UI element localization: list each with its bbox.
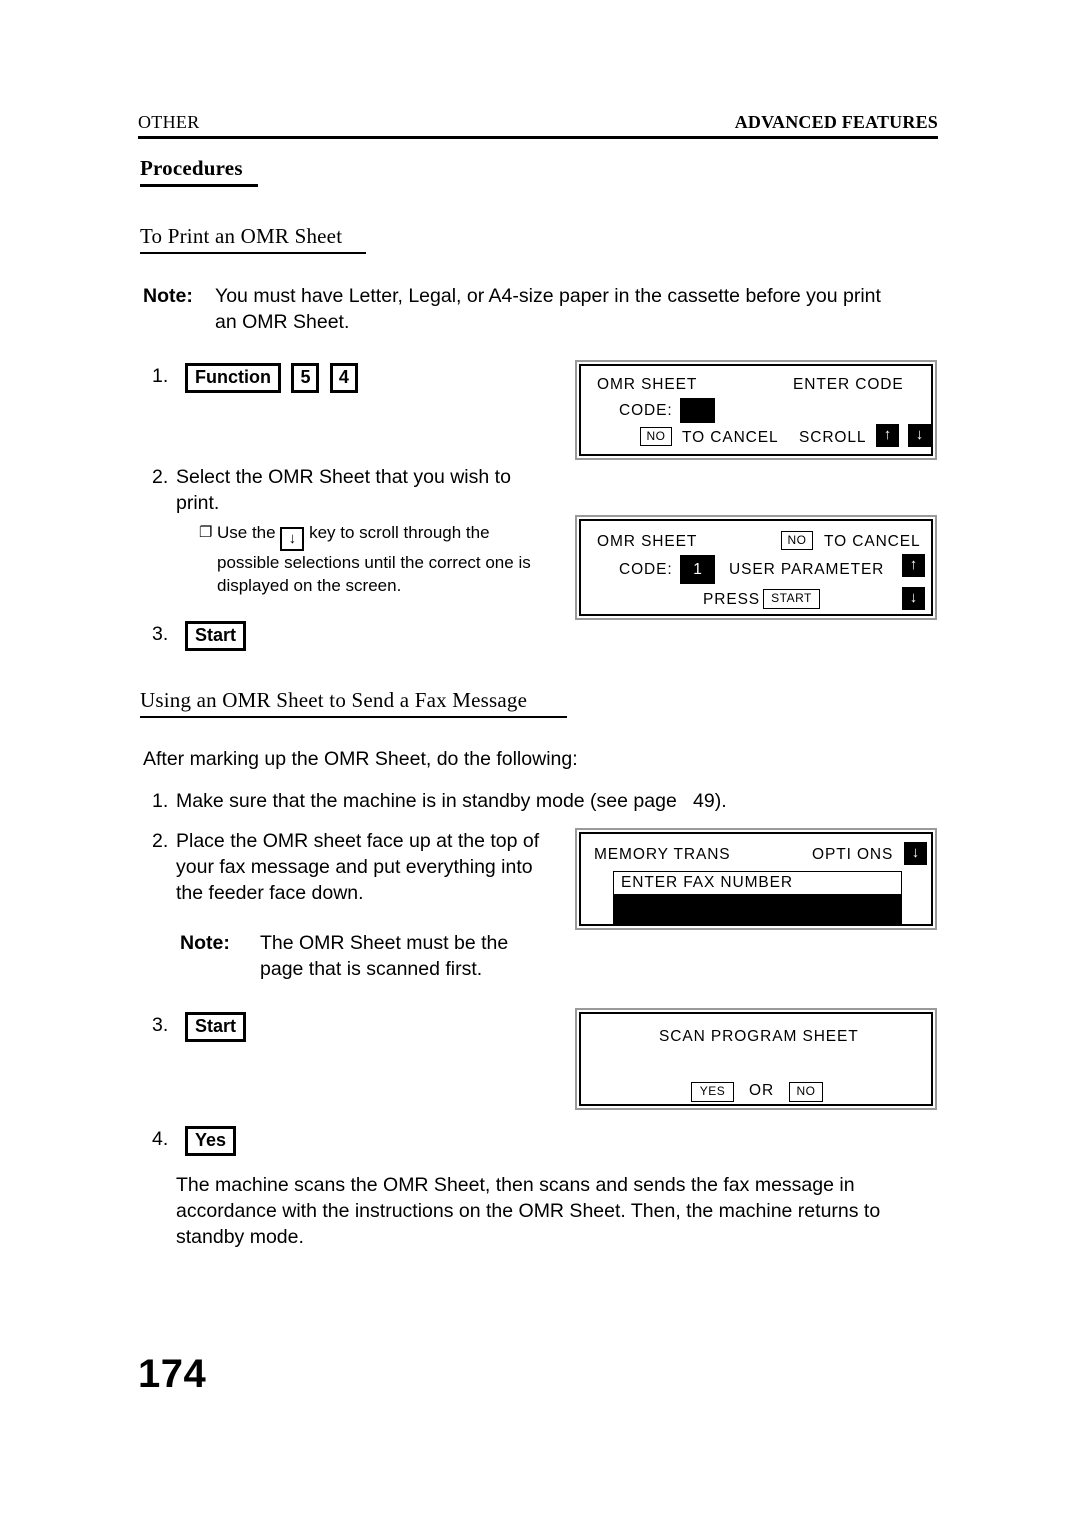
- lcd-title: SCAN PROGRAM SHEET: [659, 1028, 859, 1045]
- note-omr-first: Note: The OMR Sheet must be the page tha…: [180, 930, 560, 982]
- step-text: Make sure that the machine is in standby…: [176, 790, 727, 812]
- lcd-title: MEMORY TRANS: [594, 846, 731, 863]
- print-step-2-bullet: ❐ Use the ↓ key to scroll through the po…: [199, 521, 554, 597]
- lcd-screen: OMR SHEET ENTER CODE CODE: NO TO CANCEL …: [579, 364, 933, 456]
- lcd-code-label: CODE:: [619, 561, 673, 578]
- bullet-text-before: Use the: [217, 523, 276, 542]
- lcd-cancel-label: TO CANCEL: [682, 429, 779, 446]
- lcd-panel-enter-code: OMR SHEET ENTER CODE CODE: NO TO CANCEL …: [575, 360, 937, 460]
- step-number: 3.: [152, 623, 169, 645]
- lcd-or-label: OR: [749, 1082, 775, 1099]
- square-bullet-icon: ❐: [199, 524, 213, 541]
- step-number: 3.: [152, 1014, 169, 1036]
- numeric-key-5[interactable]: 5: [291, 363, 320, 393]
- function-key[interactable]: Function: [185, 363, 281, 393]
- lcd-options-label: OPTI ONS: [812, 846, 894, 863]
- note-text: The OMR Sheet must be the page that is s…: [260, 932, 509, 980]
- page-title: Procedures: [140, 156, 243, 180]
- key-group: Function 5 4: [185, 363, 358, 393]
- note-print-omr: Note: You must have Letter, Legal, or A4…: [143, 283, 913, 335]
- send-intro-text: After marking up the OMR Sheet, do the f…: [143, 748, 578, 770]
- lcd-code-cursor: [680, 398, 715, 423]
- lcd-no-key[interactable]: NO: [640, 427, 672, 446]
- subsection-heading-send-fax: Using an OMR Sheet to Send a Fax Message: [140, 688, 528, 712]
- step-number: 4.: [152, 1128, 169, 1150]
- lcd-scroll-label: SCROLL: [799, 429, 867, 446]
- closing-paragraph: The machine scans the OMR Sheet, then sc…: [176, 1174, 881, 1248]
- page-number: 174: [138, 1352, 207, 1396]
- lcd-yes-key[interactable]: YES: [691, 1082, 734, 1102]
- header-right-label: ADVANCED FEATURES: [734, 112, 938, 132]
- bullet-content: Use the ↓ key to scroll through the poss…: [217, 521, 552, 597]
- subsection-heading-print-omr: To Print an OMR Sheet: [140, 224, 343, 248]
- lcd-selection-label: USER PARAMETER: [729, 561, 885, 578]
- header-left-label: OTHER: [138, 112, 200, 132]
- lcd-no-key[interactable]: NO: [781, 531, 813, 550]
- lcd-screen: MEMORY TRANS OPTI ONS ↓ ENTER FAX NUMBER: [579, 832, 933, 926]
- start-key[interactable]: Start: [185, 621, 247, 651]
- manual-page: OTHER ADVANCED FEATURES Procedures To Pr…: [0, 0, 1080, 1528]
- arrow-down-icon[interactable]: ↓: [908, 424, 931, 447]
- send-step-4: 4. Yes: [152, 1126, 237, 1156]
- print-step-1: 1. Function 5 4: [152, 363, 358, 393]
- fax-number-placeholder: ENTER FAX NUMBER: [621, 874, 794, 891]
- step-number: 2.: [152, 830, 169, 852]
- lcd-panel-memory-trans: MEMORY TRANS OPTI ONS ↓ ENTER FAX NUMBER: [575, 828, 937, 930]
- lcd-screen: SCAN PROGRAM SHEET YES OR NO: [579, 1012, 933, 1106]
- send-step-3: 3. Start: [152, 1012, 247, 1042]
- send-step-1: 1. Make sure that the machine is in stan…: [152, 788, 912, 814]
- numeric-key-4[interactable]: 4: [329, 363, 358, 393]
- step-number: 2.: [152, 466, 169, 488]
- step-number: 1.: [152, 790, 169, 812]
- subsection-heading-print-omr-underline: [140, 252, 366, 254]
- send-step-2: 2. Place the OMR sheet face up at the to…: [152, 828, 562, 906]
- lcd-start-key[interactable]: START: [763, 589, 820, 609]
- note-label: Note:: [143, 285, 193, 307]
- lcd-code-value: 1: [680, 555, 715, 584]
- lcd-press-label: PRESS: [703, 591, 761, 608]
- fax-number-entry-row[interactable]: [613, 895, 902, 925]
- step-number: 1.: [152, 365, 169, 387]
- arrow-up-icon[interactable]: ↑: [902, 554, 925, 577]
- step-text: Select the OMR Sheet that you wish to pr…: [176, 466, 511, 514]
- lcd-title: OMR SHEET: [597, 376, 698, 393]
- yes-key[interactable]: Yes: [185, 1126, 237, 1156]
- arrow-down-icon[interactable]: ↓: [902, 587, 925, 610]
- note-label: Note:: [180, 932, 230, 954]
- lcd-enter-code-label: ENTER CODE: [793, 376, 904, 393]
- lcd-screen: OMR SHEET NO TO CANCEL CODE: 1 USER PARA…: [579, 519, 933, 616]
- lcd-no-key[interactable]: NO: [789, 1082, 823, 1102]
- print-step-2: 2. Select the OMR Sheet that you wish to…: [152, 464, 552, 516]
- lcd-panel-user-parameter: OMR SHEET NO TO CANCEL CODE: 1 USER PARA…: [575, 515, 937, 620]
- lcd-code-label: CODE:: [619, 402, 673, 419]
- step-text: Place the OMR sheet face up at the top o…: [176, 830, 540, 904]
- lcd-panel-scan-program-sheet: SCAN PROGRAM SHEET YES OR NO: [575, 1008, 937, 1110]
- scroll-down-key-icon[interactable]: ↓: [280, 527, 305, 551]
- page-title-underline: [140, 184, 258, 187]
- header-divider: [138, 136, 938, 139]
- lcd-title: OMR SHEET: [597, 533, 698, 550]
- print-step-3: 3. Start: [152, 621, 247, 651]
- arrow-up-icon[interactable]: ↑: [876, 424, 899, 447]
- running-header: OTHER ADVANCED FEATURES: [138, 112, 938, 133]
- arrow-down-icon[interactable]: ↓: [904, 842, 927, 865]
- subsection-heading-send-fax-underline: [140, 716, 567, 718]
- note-text: You must have Letter, Legal, or A4-size …: [215, 285, 881, 333]
- lcd-cancel-label: TO CANCEL: [824, 533, 921, 550]
- start-key[interactable]: Start: [185, 1012, 247, 1042]
